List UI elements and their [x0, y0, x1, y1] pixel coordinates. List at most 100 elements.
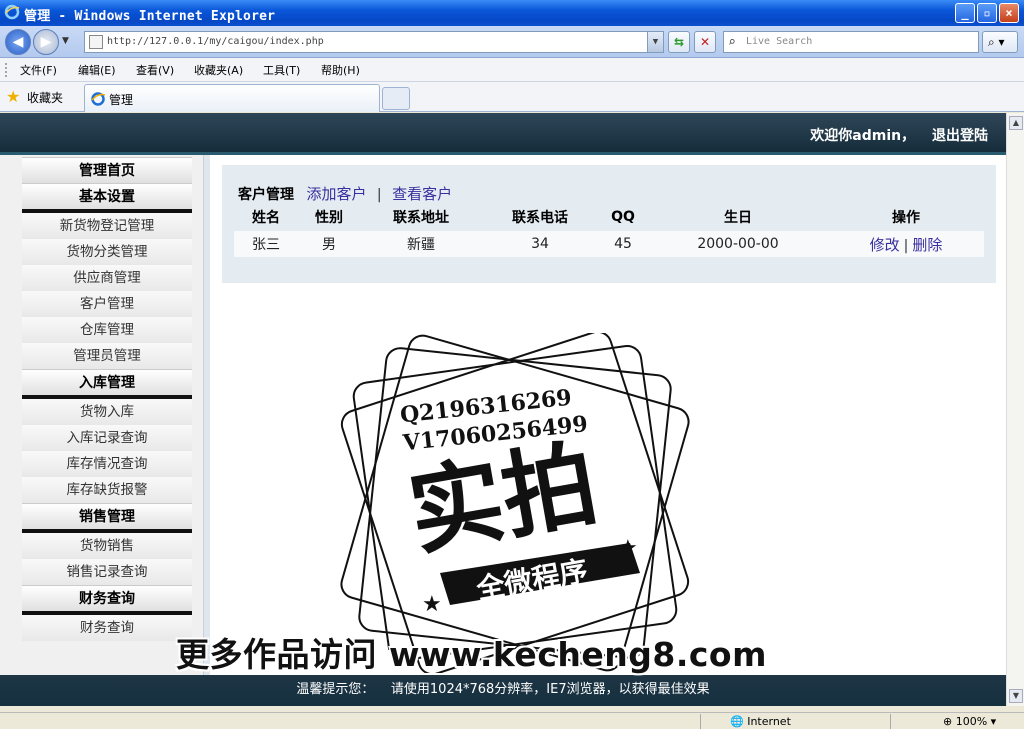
col-gender: 性别 [315, 210, 343, 226]
cell-birthday: 2000-00-00 [648, 231, 828, 257]
view-customer-link[interactable]: 查看客户 [392, 185, 452, 203]
tab-label: 管理 [109, 93, 134, 107]
back-button[interactable]: ◀ [5, 29, 31, 55]
status-bar: 🌐 Internet ⊕ 100% ▾ [0, 712, 1024, 729]
minimize-button[interactable]: _ [955, 3, 975, 23]
watermark-banner-text: 全微程序 [473, 554, 590, 606]
forward-button[interactable]: ▶ [33, 29, 59, 55]
link-separator: | [376, 187, 382, 203]
search-placeholder: Live Search [746, 36, 813, 47]
status-zone-label: Internet [747, 715, 791, 728]
new-tab-button[interactable] [382, 87, 410, 110]
menu-item-customer[interactable]: 客户管理 [22, 291, 192, 317]
status-zone: 🌐 Internet [730, 715, 791, 728]
cell-qq: 45 [598, 231, 648, 257]
address-input[interactable]: http://127.0.0.1/my/caigou/index.php ▼ [84, 31, 664, 53]
table-header-row: 姓名 性别 联系地址 联系电话 QQ 生日 操作 [234, 203, 984, 231]
stop-button[interactable]: ✕ [694, 31, 716, 53]
cell-phone: 34 [482, 231, 598, 257]
scroll-up-icon[interactable]: ▲ [1009, 116, 1023, 130]
watermark-banner-shape [440, 543, 640, 605]
welcome-text: 欢迎你admin， [810, 128, 916, 144]
refresh-button[interactable]: ⇆ [668, 31, 690, 53]
zoom-label: 100% [955, 715, 988, 728]
search-icon: ⌕ [728, 35, 736, 50]
ie-logo-icon [4, 4, 20, 20]
edit-link[interactable]: 修改 [870, 236, 900, 254]
page-icon [89, 35, 103, 49]
col-name: 姓名 [252, 210, 280, 226]
col-phone: 联系电话 [512, 210, 568, 226]
window-title-bar: 管理 - Windows Internet Explorer _ ▫ × [0, 0, 1024, 26]
menu-item-new-goods[interactable]: 新货物登记管理 [22, 213, 192, 239]
action-separator: | [903, 237, 909, 254]
customer-table: 姓名 性别 联系地址 联系电话 QQ 生日 操作 张三 男 新疆 34 45 2… [234, 203, 984, 257]
toolbar-grip [5, 63, 7, 77]
tab-bar: ★ 收藏夹 管理 [0, 82, 1024, 112]
menu-bar: 文件(F) 编辑(E) 查看(V) 收藏夹(A) 工具(T) 帮助(H) [0, 58, 1024, 82]
menu-item-warehouse[interactable]: 仓库管理 [22, 317, 192, 343]
menu-home[interactable]: 管理首页 [22, 157, 192, 183]
menu-view[interactable]: 查看(V) [136, 62, 174, 78]
panel-splitter [203, 155, 210, 675]
close-button[interactable]: × [999, 3, 1019, 23]
search-input[interactable]: ⌕ Live Search [723, 31, 979, 53]
app-header: 欢迎你admin， 退出登陆 [0, 113, 1006, 155]
menu-item-stock-alert[interactable]: 库存缺货报警 [22, 477, 192, 503]
delete-link[interactable]: 删除 [912, 236, 942, 254]
menu-item-finance-query[interactable]: 财务查询 [22, 615, 192, 641]
menu-edit[interactable]: 编辑(E) [78, 62, 116, 78]
content-headline: 客户管理 添加客户 | 查看客户 [238, 183, 452, 204]
menu-item-sales-records[interactable]: 销售记录查询 [22, 559, 192, 585]
footer-notice: 温馨提示您： 请使用1024*768分辨率，IE7浏览器，以获得最佳效果 [296, 682, 710, 697]
menu-help[interactable]: 帮助(H) [321, 62, 360, 78]
col-address: 联系地址 [393, 210, 449, 226]
welcome-area: 欢迎你admin， 退出登陆 [810, 125, 988, 145]
window-title: 管理 - Windows Internet Explorer [24, 9, 276, 24]
current-section: 客户管理 [238, 187, 294, 203]
menu-tools[interactable]: 工具(T) [263, 62, 300, 78]
status-divider [890, 714, 891, 729]
app-footer: 温馨提示您： 请使用1024*768分辨率，IE7浏览器，以获得最佳效果 [0, 675, 1006, 706]
watermark-line2: V17060256499 [401, 411, 589, 456]
favorites-button[interactable]: 收藏夹 [27, 89, 63, 106]
cell-address: 新疆 [360, 231, 482, 257]
cell-name: 张三 [234, 231, 298, 257]
favorites-star-icon[interactable]: ★ [6, 87, 20, 106]
search-button[interactable]: ⌕ ▾ [982, 31, 1018, 53]
menu-item-goods-sales[interactable]: 货物销售 [22, 533, 192, 559]
group-sales[interactable]: 销售管理 [22, 503, 192, 529]
history-dropdown-icon[interactable]: ▼ [62, 36, 69, 46]
address-url: http://127.0.0.1/my/caigou/index.php [107, 36, 324, 47]
maximize-button[interactable]: ▫ [977, 3, 997, 23]
menu-favorites[interactable]: 收藏夹(A) [194, 62, 243, 78]
zoom-control[interactable]: ⊕ 100% ▾ [943, 715, 996, 728]
watermark-star-icon: ★ [422, 592, 442, 617]
cell-actions: 修改 | 删除 [828, 231, 984, 257]
watermark-line1: Q2196316269 [399, 385, 573, 429]
group-finance[interactable]: 财务查询 [22, 585, 192, 611]
menu-file[interactable]: 文件(F) [20, 62, 57, 78]
watermark-stamp: Q2196316269 V17060256499 实拍 全微程序 ★ ★ [340, 333, 690, 673]
menu-item-supplier[interactable]: 供应商管理 [22, 265, 192, 291]
left-panel: 管理首页 基本设置 新货物登记管理 货物分类管理 供应商管理 客户管理 仓库管理… [0, 155, 210, 675]
group-inbound[interactable]: 入库管理 [22, 369, 192, 395]
menu-item-inbound-records[interactable]: 入库记录查询 [22, 425, 192, 451]
scroll-down-icon[interactable]: ▼ [1009, 689, 1023, 703]
menu-item-goods-category[interactable]: 货物分类管理 [22, 239, 192, 265]
address-dropdown-icon[interactable]: ▼ [647, 32, 663, 52]
page-viewport: 欢迎你admin， 退出登陆 管理首页 基本设置 新货物登记管理 货物分类管理 … [0, 113, 1006, 706]
browser-tab[interactable]: 管理 [84, 84, 380, 112]
menu-item-goods-inbound[interactable]: 货物入库 [22, 399, 192, 425]
logout-link[interactable]: 退出登陆 [932, 128, 988, 144]
watermark-big: 实拍 [401, 429, 605, 569]
add-customer-link[interactable]: 添加客户 [306, 185, 366, 203]
status-divider [700, 714, 701, 729]
col-actions: 操作 [892, 210, 920, 226]
ie-tab-icon [91, 92, 106, 106]
vertical-scrollbar[interactable]: ▲ ▼ [1006, 113, 1024, 706]
menu-item-stock-status[interactable]: 库存情况查询 [22, 451, 192, 477]
col-birthday: 生日 [724, 210, 752, 226]
menu-item-admin[interactable]: 管理员管理 [22, 343, 192, 369]
group-basic-settings[interactable]: 基本设置 [22, 183, 192, 209]
